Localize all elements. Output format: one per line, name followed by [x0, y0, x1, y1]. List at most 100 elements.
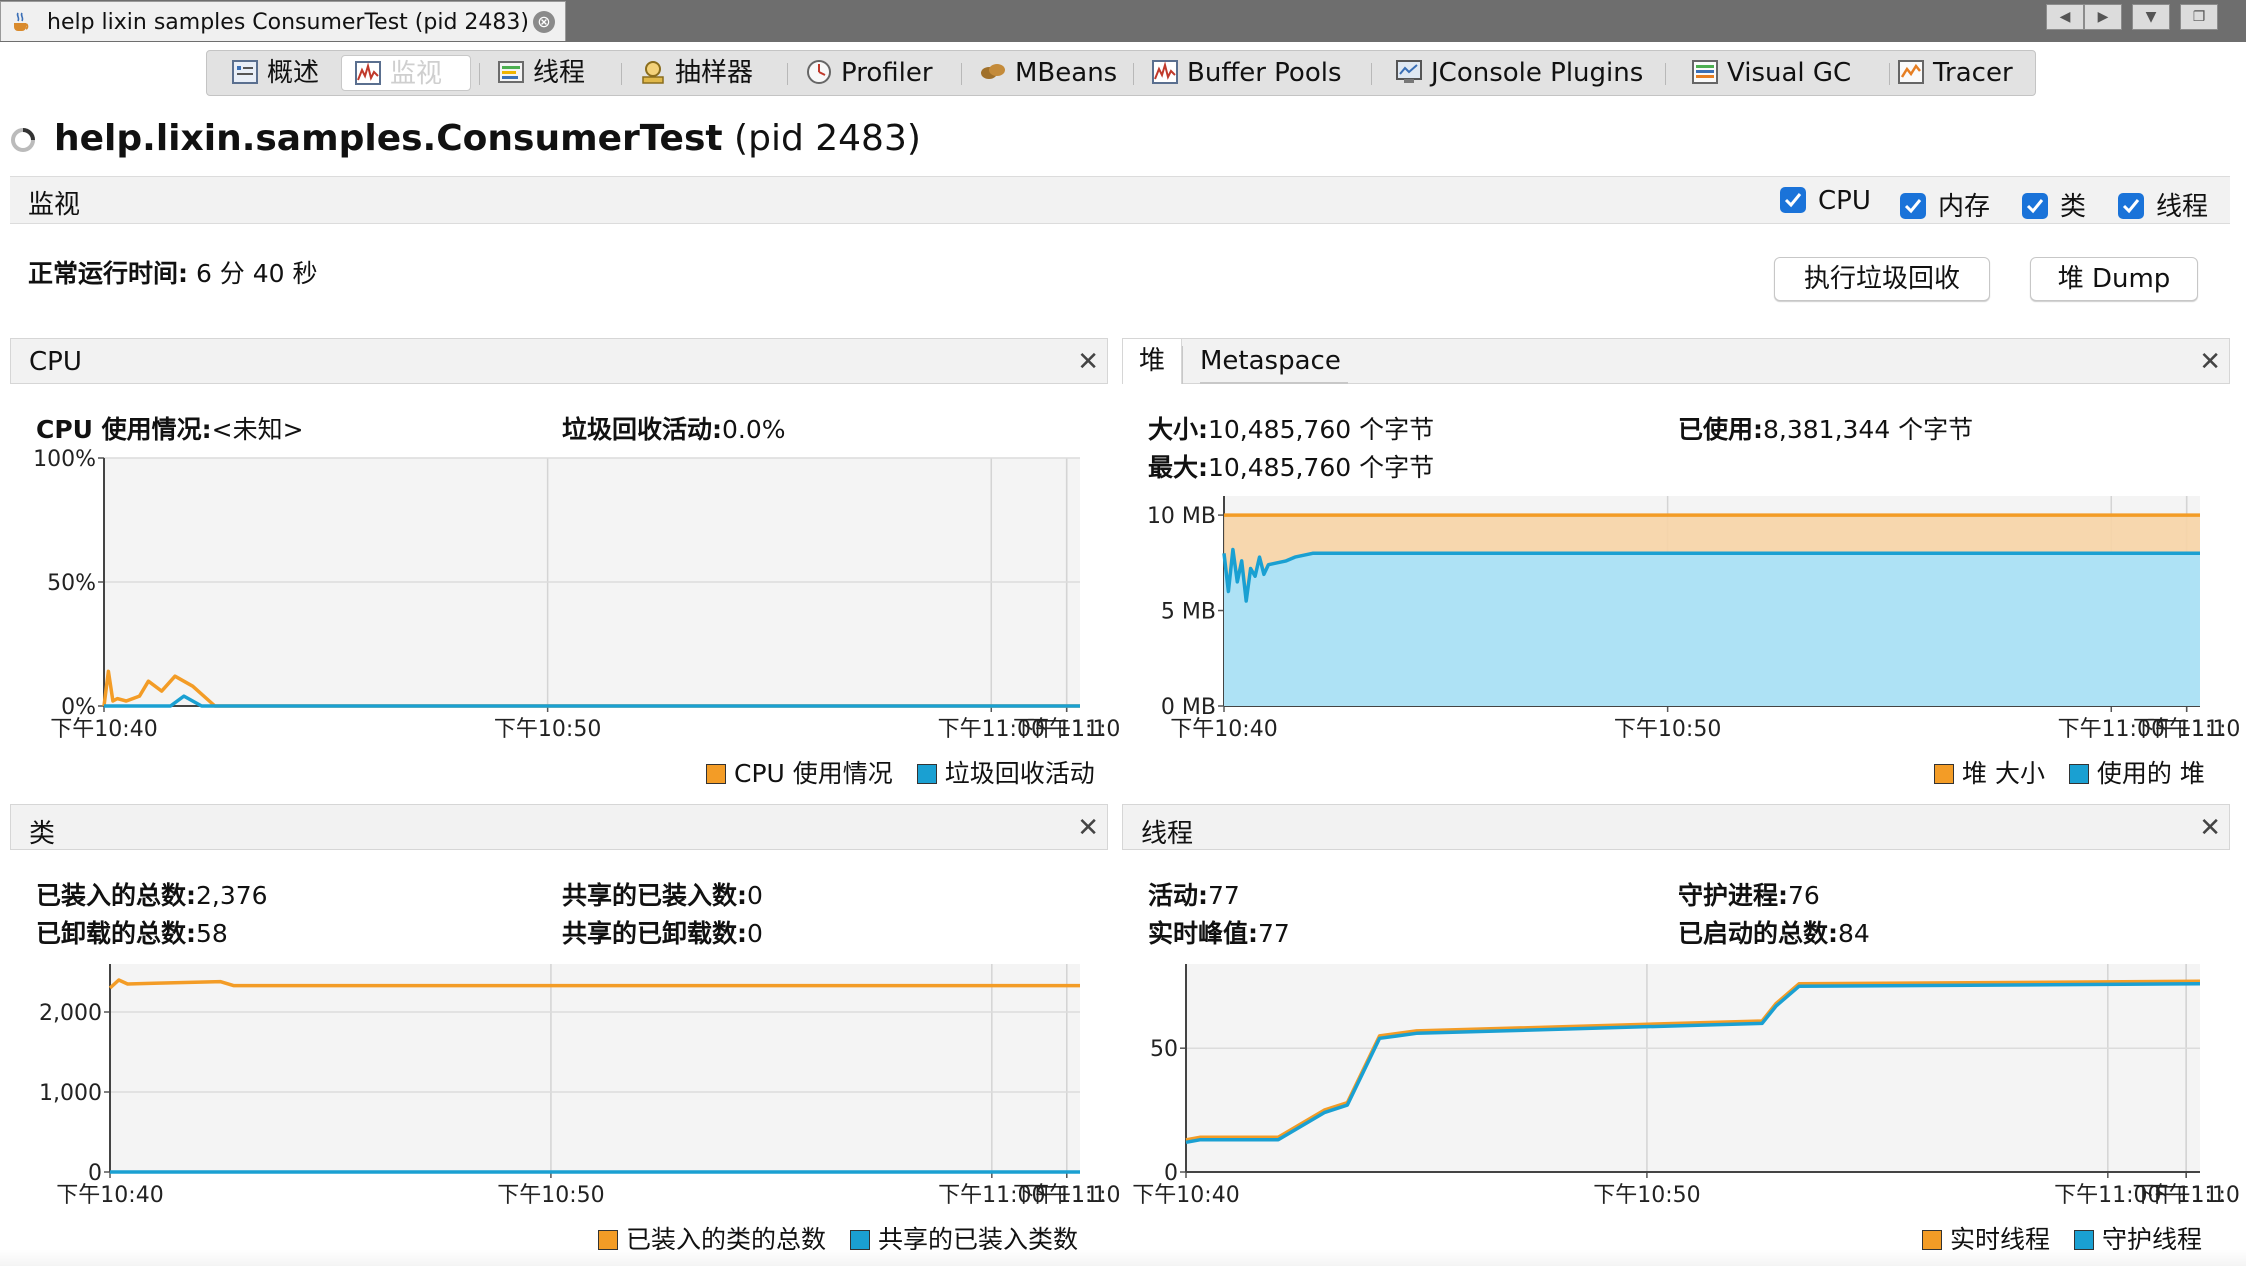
- x-tick-label: 下午11:00: [938, 1183, 1045, 1208]
- legend-swatch: [2073, 1230, 2094, 1250]
- perform-gc-button[interactable]: 执行垃圾回收: [1774, 257, 1990, 301]
- checkbox-classes[interactable]: 类: [2022, 186, 2086, 222]
- y-tick-label: 2,000: [39, 1001, 102, 1026]
- close-tab-icon[interactable]: ⊗: [533, 11, 555, 33]
- x-tick-label: 下午11:: [1027, 1183, 1106, 1208]
- stat-value: 77: [1258, 919, 1290, 948]
- tab-menu-icon[interactable]: ▼: [2132, 4, 2170, 30]
- heap-chart-legend: 堆 大小 使用的 堆: [1918, 754, 2205, 790]
- tab-visual-gc[interactable]: Visual GC: [1691, 55, 1851, 91]
- series-line: [102, 669, 1080, 708]
- scroll-right-icon[interactable]: ▶: [2084, 4, 2122, 30]
- restore-window-icon[interactable]: ❐: [2180, 4, 2218, 30]
- stat-label: 最大:: [1148, 453, 1208, 482]
- tab-sampler[interactable]: 抽样器: [639, 55, 753, 91]
- checkbox-cpu[interactable]: CPU: [1780, 186, 1871, 216]
- tab-overview[interactable]: 概述: [225, 55, 341, 91]
- tab-metaspace[interactable]: Metaspace: [1200, 346, 1341, 376]
- classes-panel-header: 类 ✕: [10, 804, 1108, 850]
- tab-label: Buffer Pools: [1187, 58, 1342, 88]
- y-tick-label: 5 MB: [1161, 600, 1216, 625]
- sampler-icon: [642, 61, 664, 84]
- checkmark-icon: [2118, 193, 2144, 219]
- series-line: [1222, 547, 2200, 603]
- cpu-chart-legend: CPU 使用情况 垃圾回收活动: [690, 754, 1095, 790]
- tab-label: 抽样器: [675, 58, 754, 88]
- panel-title: CPU: [29, 347, 82, 377]
- stat-value: 10,485,760 个字节: [1208, 453, 1435, 482]
- x-tick-label: 下午10:40: [56, 1183, 163, 1208]
- close-panel-icon[interactable]: ✕: [1077, 347, 1099, 377]
- separator: [961, 63, 962, 85]
- legend-swatch: [916, 764, 937, 784]
- stat-value: 77: [1208, 881, 1240, 910]
- stat-label: 活动:: [1148, 881, 1208, 910]
- separator: [621, 63, 622, 85]
- cpu-usage-stat: CPU 使用情况:<未知>: [36, 410, 304, 446]
- panel-title: 线程: [1141, 819, 1194, 849]
- y-tick-label: 0 MB: [1161, 695, 1216, 720]
- legend-label: 堆 大小: [1962, 759, 2045, 788]
- checkmark-icon: [1780, 187, 1806, 213]
- x-tick-label: 下午11:10: [2133, 717, 2240, 742]
- close-panel-icon[interactable]: ✕: [2199, 813, 2221, 843]
- y-tick-label: 0%: [61, 695, 96, 720]
- series-area: [1224, 549, 2200, 706]
- legend-swatch: [598, 1230, 618, 1250]
- view-toolbar: 概述 监视 线程 抽样器 Profiler MBeans Buffer Pool…: [206, 50, 2036, 96]
- stat-label: 共享的已装入数:: [562, 881, 747, 910]
- separator: [1665, 63, 1666, 85]
- legend-label: 垃圾回收活动: [944, 759, 1095, 788]
- threads-icon: [498, 61, 524, 83]
- document-tab[interactable]: help lixin samples ConsumerTest (pid 248…: [0, 1, 566, 41]
- x-tick-label: 下午11:00: [938, 717, 1045, 742]
- checkbox-label: 类: [2060, 192, 2087, 222]
- gc-activity-stat: 垃圾回收活动:0.0%: [562, 410, 786, 446]
- heap-dump-button[interactable]: 堆 Dump: [2030, 257, 2198, 301]
- x-tick-label: 下午10:40: [1170, 717, 1277, 742]
- tab-label: JConsole Plugins: [1431, 58, 1644, 88]
- heap-used-stat: 已使用:8,381,344 个字节: [1678, 410, 1973, 446]
- tab-tracer[interactable]: Tracer: [1897, 55, 2013, 91]
- stat-label: 共享的已卸载数:: [562, 919, 747, 948]
- peak-threads-stat: 实时峰值:77: [1148, 914, 1290, 950]
- stat-label: CPU 使用情况:: [36, 415, 212, 444]
- close-panel-icon[interactable]: ✕: [1077, 813, 1099, 843]
- heap-size-stat: 大小:10,485,760 个字节: [1148, 410, 1434, 446]
- uptime-label: 正常运行时间:: [28, 259, 188, 288]
- tab-label: Profiler: [841, 58, 933, 88]
- separator: [1133, 63, 1134, 85]
- tab-buffer-pools[interactable]: Buffer Pools: [1151, 55, 1342, 91]
- stat-value: 58: [196, 919, 228, 948]
- monitor-icon: [355, 61, 381, 85]
- tab-jconsole-plugins[interactable]: JConsole Plugins: [1395, 55, 1643, 91]
- series-area: [1224, 515, 2200, 706]
- close-panel-icon[interactable]: ✕: [2199, 347, 2221, 377]
- checkbox-memory[interactable]: 内存: [1900, 186, 1990, 222]
- tab-threads[interactable]: 线程: [497, 55, 585, 91]
- profiler-icon: [807, 60, 831, 84]
- tab-label: 概述: [267, 58, 320, 88]
- app-pid: (pid 2483): [734, 118, 921, 159]
- stat-value: 0.0%: [722, 415, 786, 444]
- series-line: [104, 694, 1080, 708]
- cpu-panel-header: CPU ✕: [10, 338, 1108, 384]
- stat-label: 已使用:: [1678, 415, 1763, 444]
- tab-monitor[interactable]: 监视: [341, 55, 471, 91]
- window-bottom-edge: [0, 1250, 2246, 1266]
- checkbox-threads[interactable]: 线程: [2118, 186, 2208, 222]
- x-tick-label: 下午11:00: [2058, 717, 2165, 742]
- legend-swatch: [2068, 764, 2089, 784]
- tab-heap[interactable]: 堆: [1122, 338, 1182, 384]
- stat-label: 已启动的总数:: [1678, 919, 1838, 948]
- x-tick-label: 下午11:10: [2132, 1183, 2239, 1208]
- stat-value: 0: [747, 881, 763, 910]
- tab-label: MBeans: [1015, 58, 1118, 88]
- plot-background: [1224, 496, 2200, 706]
- separator: [1371, 63, 1372, 85]
- scroll-left-icon[interactable]: ◀: [2046, 4, 2084, 30]
- x-tick-label: 下午11:: [1027, 717, 1106, 742]
- tab-profiler[interactable]: Profiler: [805, 55, 933, 91]
- tab-mbeans[interactable]: MBeans: [979, 55, 1117, 91]
- threads-panel-header: 线程 ✕: [1122, 804, 2230, 850]
